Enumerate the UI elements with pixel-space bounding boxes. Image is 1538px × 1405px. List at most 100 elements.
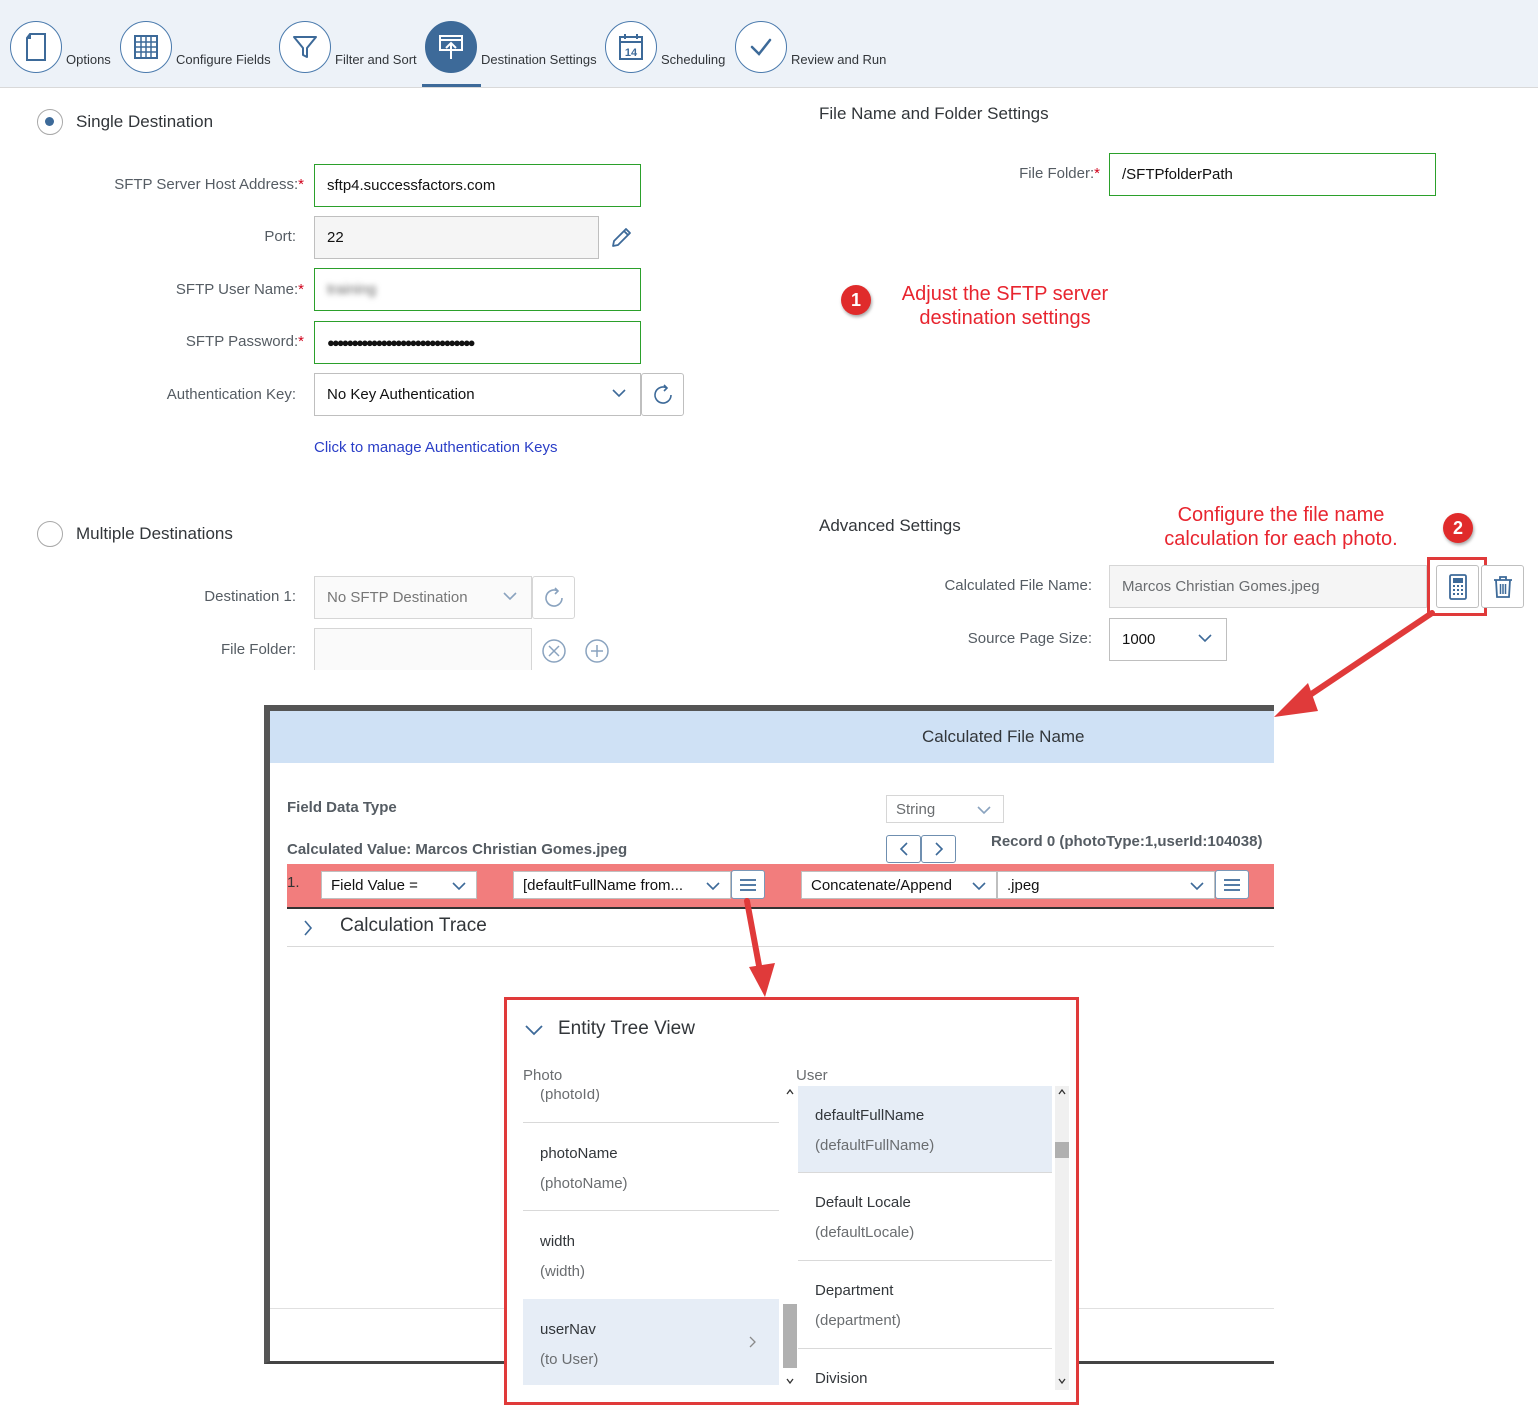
- destination-1-label: Destination 1:: [204, 588, 296, 605]
- destination-1-select[interactable]: No SFTP Destination: [314, 576, 532, 619]
- advanced-settings-title: Advanced Settings: [819, 516, 961, 535]
- list-item-sub: (defaultFullName): [815, 1137, 935, 1154]
- step-label: Destination Settings: [481, 52, 597, 67]
- record-info: Record 0 (photoType:1,userId:104038): [991, 833, 1263, 850]
- pencil-icon[interactable]: [609, 226, 633, 250]
- step-configure-fields[interactable]: Configure Fields: [120, 17, 271, 73]
- calculated-file-name-label: Calculated File Name:: [944, 577, 1092, 594]
- list-item-selected[interactable]: userNav (to User): [523, 1299, 779, 1385]
- file-folder-input[interactable]: /SFTPfolderPath: [1109, 153, 1436, 196]
- step-scheduling[interactable]: 14 Scheduling: [605, 17, 725, 73]
- scroll-down-icon[interactable]: [786, 1378, 794, 1384]
- list-item-name: Default Locale: [815, 1194, 911, 1211]
- scroll-up-icon[interactable]: [786, 1089, 794, 1095]
- step-label: Scheduling: [661, 52, 726, 67]
- list-item[interactable]: photoName (photoName): [523, 1123, 779, 1210]
- next-record-button[interactable]: [921, 835, 956, 863]
- list-item-name: defaultFullName: [815, 1107, 925, 1124]
- port-input[interactable]: 22: [314, 216, 599, 259]
- field-select[interactable]: [defaultFullName from...: [513, 871, 731, 899]
- add-icon[interactable]: [584, 638, 610, 664]
- source-page-size-label: Source Page Size:: [967, 630, 1092, 647]
- list-item[interactable]: Division: [798, 1349, 1052, 1390]
- single-destination-radio[interactable]: [37, 109, 63, 135]
- list-item[interactable]: width (width): [523, 1211, 779, 1298]
- list-item-sub: (photoId): [540, 1086, 601, 1103]
- concatenate-select[interactable]: Concatenate/Append: [801, 871, 997, 899]
- step-destination-settings[interactable]: Destination Settings: [425, 17, 597, 73]
- grid-icon: [120, 21, 172, 73]
- user-list: defaultFullName (defaultFullName) Defaul…: [798, 1086, 1052, 1390]
- chevron-right-icon: [749, 1336, 756, 1348]
- chevron-down-icon: [612, 389, 626, 398]
- arrow-annotation-2: [744, 898, 775, 997]
- host-label: SFTP Server Host Address:*: [114, 176, 304, 193]
- right-scrollbar[interactable]: [1055, 1086, 1069, 1390]
- chevron-down-icon: [1198, 634, 1212, 643]
- list-item-sub: (width): [540, 1263, 586, 1280]
- funnel-icon: [279, 21, 331, 73]
- trash-icon: [1493, 575, 1512, 598]
- user-label: SFTP User Name:*: [175, 281, 304, 298]
- list-item[interactable]: Department (department): [798, 1261, 1052, 1348]
- password-input[interactable]: ●●●●●●●●●●●●●●●●●●●●●●●●●●●●●●: [314, 321, 641, 364]
- upload-board-icon: [425, 21, 477, 73]
- list-item-name: width: [540, 1233, 576, 1250]
- calculator-button[interactable]: [1436, 565, 1479, 608]
- middle-scrollbar-arrows[interactable]: [783, 1086, 797, 1390]
- field-data-type-label: Field Data Type: [287, 799, 397, 816]
- chevron-down-icon: [977, 806, 991, 815]
- delete-button[interactable]: [1481, 565, 1524, 608]
- source-page-size-select[interactable]: 1000: [1109, 618, 1227, 661]
- suffix-select[interactable]: .jpeg: [997, 871, 1215, 899]
- calculation-trace-title: Calculation Trace: [340, 915, 487, 936]
- photo-column-header: Photo: [523, 1067, 563, 1084]
- list-item-selected[interactable]: defaultFullName (defaultFullName): [798, 1086, 1052, 1172]
- step-label: Review and Run: [791, 52, 887, 67]
- chevron-down-icon: [706, 882, 720, 891]
- chevron-right-icon: [934, 842, 943, 856]
- chevron-down-icon[interactable]: [524, 1023, 544, 1037]
- list-item-sub: (department): [815, 1312, 901, 1329]
- list-item-name: photoName: [540, 1145, 618, 1162]
- right-scrollbar-thumb[interactable]: [1055, 1142, 1069, 1158]
- file-settings-title: File Name and Folder Settings: [819, 104, 1049, 123]
- list-item[interactable]: Default Locale (defaultLocale): [798, 1173, 1052, 1260]
- dialog-title: Calculated File Name: [922, 727, 1085, 746]
- data-type-select[interactable]: String: [886, 795, 1004, 823]
- prev-record-button[interactable]: [886, 835, 921, 863]
- auth-key-label: Authentication Key:: [166, 386, 296, 403]
- user-input[interactable]: training: [314, 268, 641, 311]
- scroll-down-icon[interactable]: [1058, 1378, 1066, 1384]
- calendar-icon: 14: [605, 21, 657, 73]
- calculated-file-name-input[interactable]: Marcos Christian Gomes.jpeg: [1109, 565, 1427, 608]
- destination-refresh-button[interactable]: [532, 576, 575, 619]
- scroll-up-icon[interactable]: [1058, 1089, 1066, 1095]
- operation-select[interactable]: Field Value =: [321, 871, 477, 899]
- row-number: 1.: [287, 874, 300, 891]
- refresh-icon: [653, 383, 672, 404]
- step-label: Configure Fields: [176, 52, 271, 67]
- refresh-icon: [544, 586, 563, 607]
- refresh-button[interactable]: [641, 373, 684, 416]
- wizard-header: Options Configure Fields Filter and Sort…: [0, 0, 1538, 88]
- entity-tree-title: Entity Tree View: [558, 1018, 695, 1039]
- step-review-and-run[interactable]: Review and Run: [735, 17, 886, 73]
- document-icon: [10, 21, 62, 73]
- annotation-text-2: Configure the file name calculation for e…: [1164, 504, 1398, 550]
- suffix-menu-button[interactable]: [1215, 870, 1249, 899]
- step-filter-and-sort[interactable]: Filter and Sort: [279, 17, 417, 73]
- step-options[interactable]: Options: [10, 17, 111, 73]
- menu-icon: [740, 878, 756, 891]
- chevron-down-icon: [503, 592, 517, 601]
- auth-key-select[interactable]: No Key Authentication: [314, 373, 641, 416]
- multi-file-folder-input[interactable]: [314, 628, 532, 670]
- remove-icon[interactable]: [541, 638, 567, 664]
- list-item-name: Division: [815, 1370, 868, 1387]
- list-item-sub: (photoName): [540, 1175, 628, 1192]
- host-input[interactable]: sftp4.successfactors.com: [314, 164, 641, 207]
- calculator-icon: [1448, 573, 1467, 600]
- multiple-destinations-radio[interactable]: [37, 521, 63, 547]
- manage-auth-keys-link[interactable]: Click to manage Authentication Keys: [314, 439, 557, 456]
- photo-list: (photoId) photoName (photoName) width (w…: [523, 1086, 779, 1390]
